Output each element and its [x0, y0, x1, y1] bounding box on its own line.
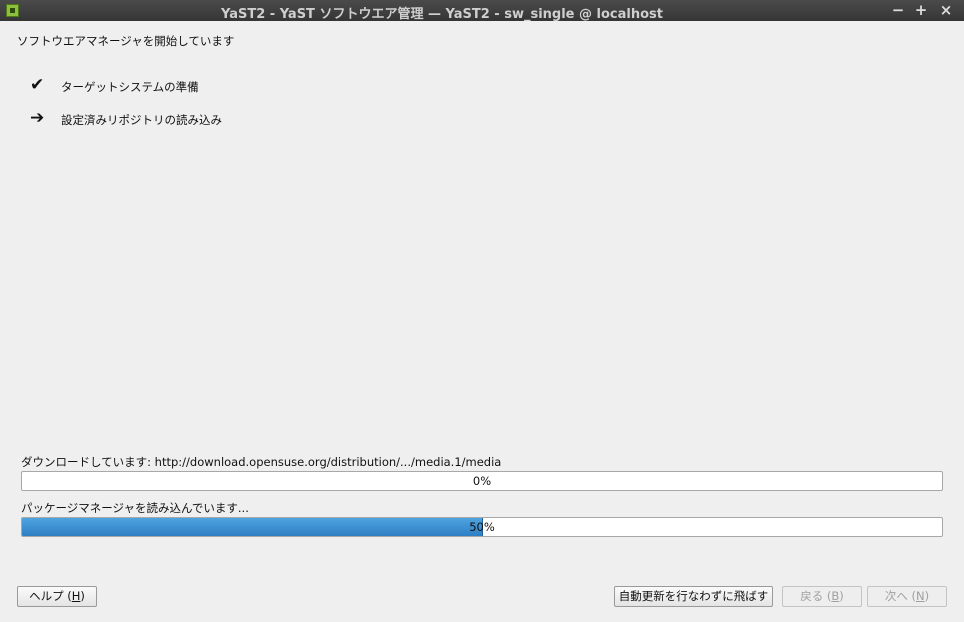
back-button[interactable]: 戻る (B): [782, 586, 862, 607]
window-title: YaST2 - YaST ソフトウエア管理 — YaST2 - sw_singl…: [220, 7, 664, 22]
yast-window: YaST2 - YaST ソフトウエア管理 — YaST2 - sw_singl…: [0, 0, 964, 622]
maximize-button[interactable]: +: [912, 1, 930, 19]
progress-percent: 50%: [469, 520, 495, 534]
download-progress-label: ダウンロードしています: http://download.opensuse.or…: [21, 455, 502, 469]
progress-percent: 0%: [472, 474, 492, 488]
status-heading: ソフトウエアマネージャを開始しています: [17, 34, 235, 48]
skip-autorefresh-button[interactable]: 自動更新を行なわずに飛ばす: [614, 586, 773, 607]
step-label: 設定済みリポジトリの読み込み: [61, 113, 222, 127]
help-button[interactable]: ヘルプ (H): [17, 586, 97, 607]
package-manager-progress-label: パッケージマネージャを読み込んでいます...: [21, 501, 249, 515]
close-button[interactable]: ×: [937, 1, 955, 19]
title-bar[interactable]: YaST2 - YaST ソフトウエア管理 — YaST2 - sw_singl…: [0, 0, 964, 22]
download-progress-bar: 0%: [21, 471, 943, 491]
arrow-right-icon: ➔: [30, 108, 45, 128]
check-icon: ✔: [30, 75, 45, 95]
next-button[interactable]: 次へ (N): [867, 586, 947, 607]
package-manager-progress-bar: 50%: [21, 517, 943, 537]
main-content: ソフトウエアマネージャを開始しています ✔ ターゲットシステムの準備 ➔ 設定済…: [0, 21, 964, 622]
step-label: ターゲットシステムの準備: [61, 80, 199, 94]
minimize-button[interactable]: −: [889, 1, 907, 19]
